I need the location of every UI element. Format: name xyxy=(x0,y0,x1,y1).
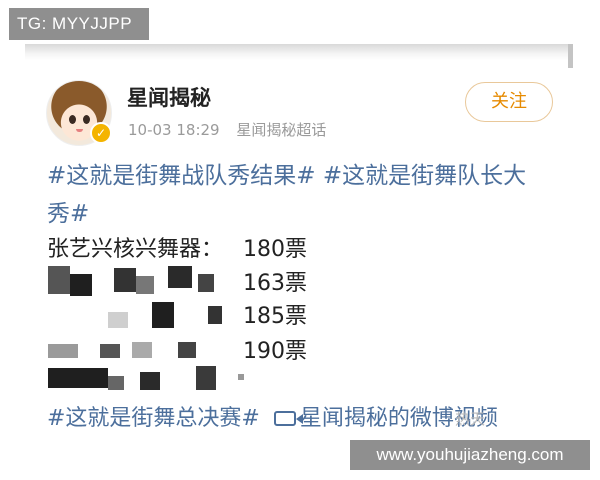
post-source[interactable]: 星闻揭秘超话 xyxy=(236,121,326,139)
follow-button[interactable]: 关注 xyxy=(465,82,553,122)
verified-badge-icon: ✓ xyxy=(90,122,112,144)
final-hashtag[interactable]: #这就是街舞总决赛# xyxy=(47,406,260,431)
avatar-eye xyxy=(83,115,90,124)
result-votes: 190票 xyxy=(243,339,307,364)
video-camera-icon xyxy=(273,411,303,426)
result-name: 张艺兴核兴舞器： xyxy=(47,237,224,262)
avatar-eye xyxy=(69,115,76,124)
result-votes: 185票 xyxy=(243,304,307,329)
hashtag-text[interactable]: 秀# xyxy=(47,194,89,228)
card-top-edge xyxy=(25,44,573,60)
pixelated-name xyxy=(48,266,228,296)
post-meta: 10-03 18:29 星闻揭秘超话 xyxy=(128,119,326,140)
avatar-mouth xyxy=(76,129,83,132)
tg-watermark: TG: MYYJJPP xyxy=(9,8,149,40)
hashtag-text[interactable]: #这就是街舞战队秀结果# #这就是街舞队长大 xyxy=(47,156,526,190)
pixelated-name xyxy=(48,334,228,364)
pixelated-name xyxy=(48,300,228,330)
author-name[interactable]: 星闻揭秘 xyxy=(127,82,211,112)
site-watermark: www.youhujiazheng.com xyxy=(350,440,590,470)
faint-watermark: 热天 xyxy=(455,410,486,428)
bottom-links: #这就是街舞总决赛# 星闻揭秘的微博视频 xyxy=(47,400,498,432)
result-votes: 180票 xyxy=(243,237,307,262)
pixelated-name xyxy=(48,366,248,396)
post-timestamp: 10-03 18:29 xyxy=(128,121,220,139)
result-votes: 163票 xyxy=(243,271,307,296)
scroll-indicator xyxy=(568,44,573,68)
